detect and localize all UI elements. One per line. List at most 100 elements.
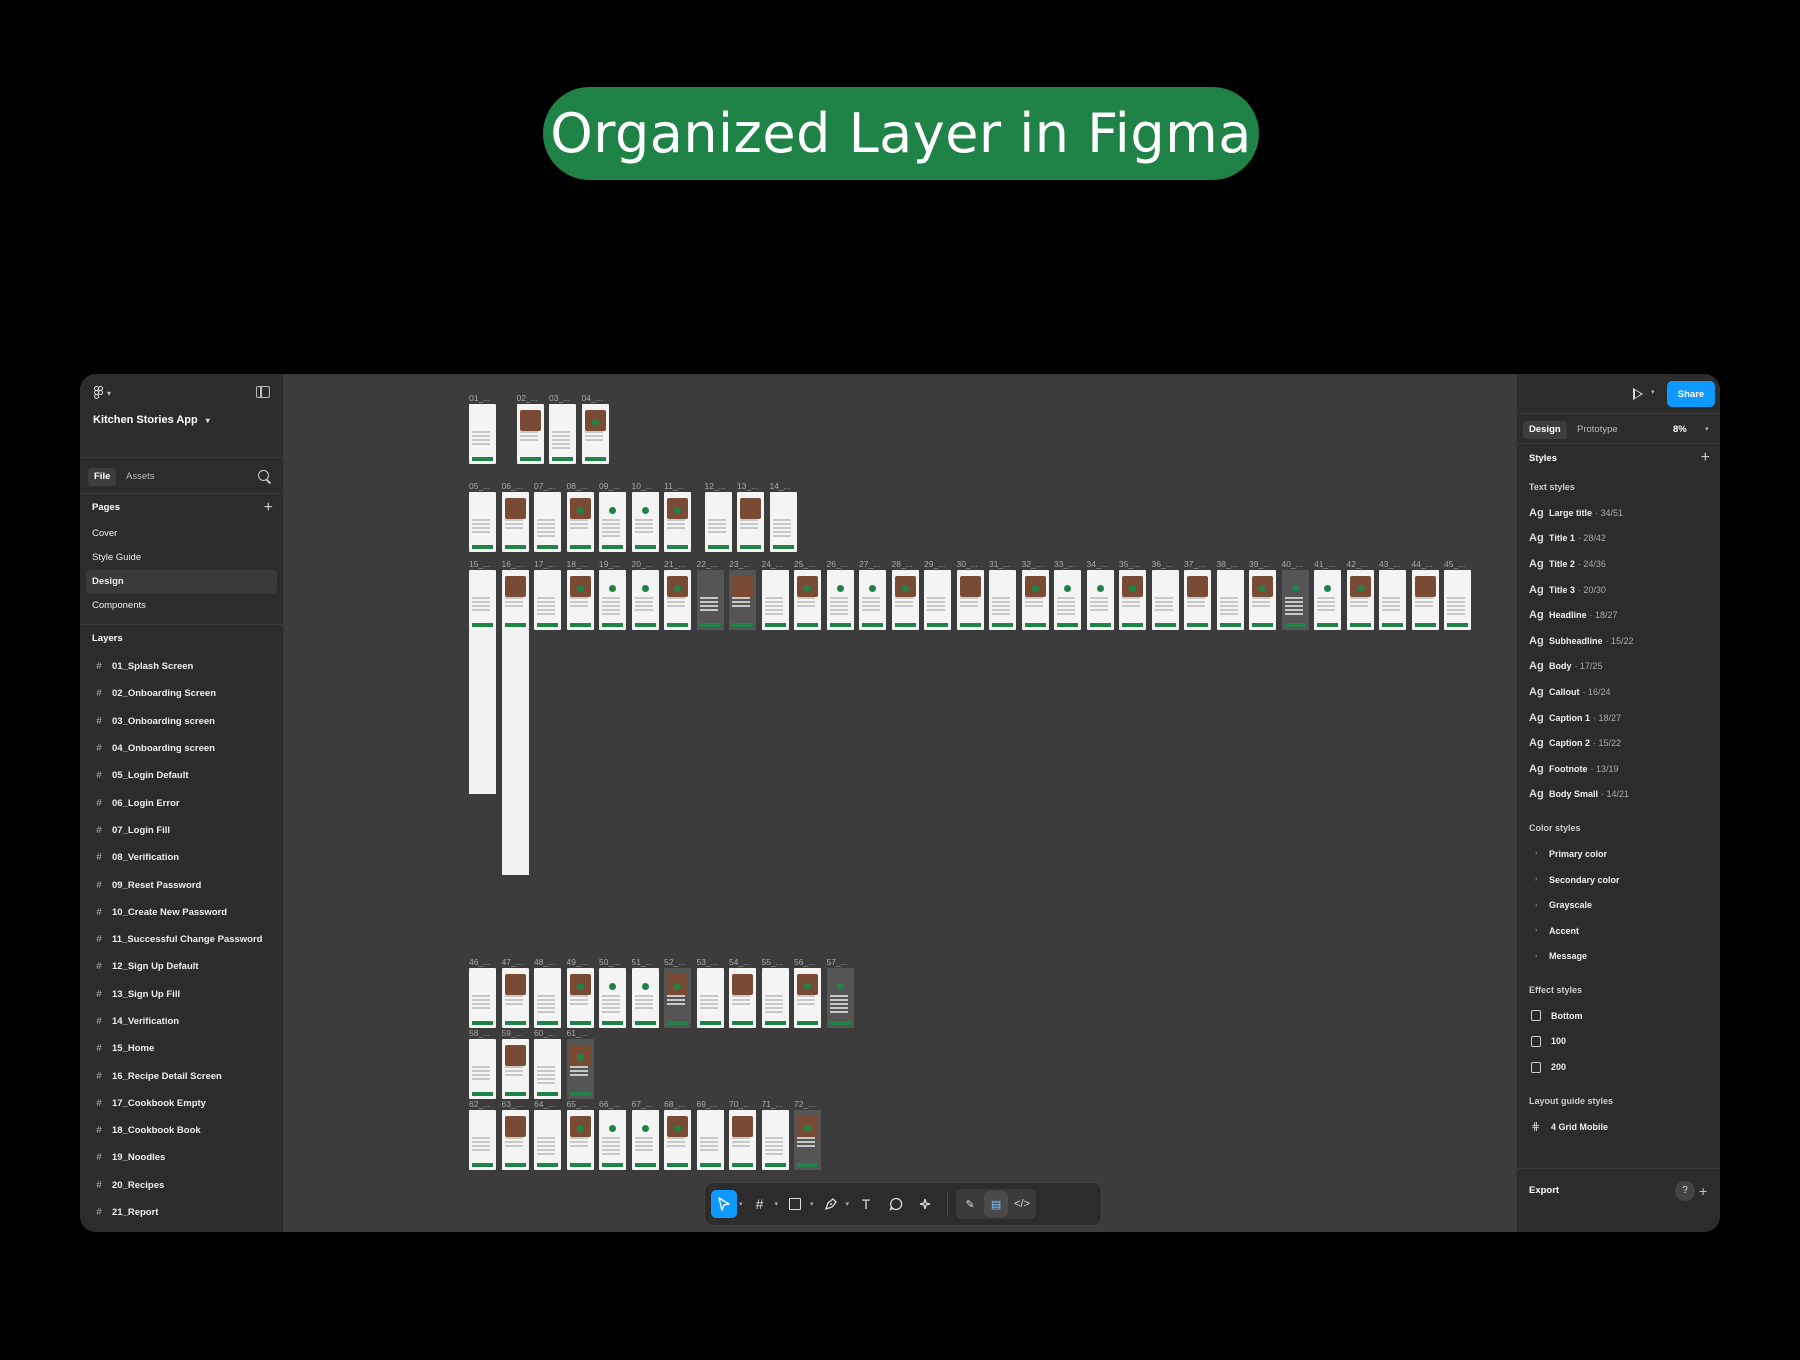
- screen-frame[interactable]: [516, 404, 544, 464]
- add-export-icon[interactable]: +: [1699, 1169, 1707, 1213]
- draw-mode-button[interactable]: ✎: [958, 1191, 982, 1217]
- layer-item[interactable]: #10_Create New Password: [80, 899, 283, 926]
- layer-item[interactable]: #17_Cookbook Empty: [80, 1090, 283, 1117]
- home-scroll-frame[interactable]: [469, 630, 496, 794]
- screen-frame[interactable]: [737, 492, 764, 552]
- screen-frame[interactable]: [631, 570, 659, 630]
- screen-frame[interactable]: [501, 570, 529, 630]
- screen-frame[interactable]: [704, 492, 732, 552]
- chevron-down-icon[interactable]: ▾: [1705, 421, 1709, 439]
- page-item-style-guide[interactable]: Style Guide: [86, 546, 277, 570]
- screen-frame[interactable]: [664, 570, 691, 630]
- screen-frame[interactable]: [566, 968, 594, 1028]
- text-style-item[interactable]: Ag Headline · 18/27: [1517, 602, 1720, 628]
- dev-mode-button[interactable]: </>: [1010, 1191, 1034, 1217]
- screen-frame[interactable]: [924, 570, 951, 630]
- color-style-item[interactable]: › Message: [1517, 944, 1720, 970]
- layer-item[interactable]: #06_Login Error: [80, 789, 283, 816]
- screen-frame[interactable]: [1021, 570, 1049, 630]
- text-style-item[interactable]: Ag Large title · 34/51: [1517, 500, 1720, 526]
- layer-item[interactable]: #16_Recipe Detail Screen: [80, 1062, 283, 1089]
- screen-frame[interactable]: [1281, 570, 1309, 630]
- page-item-design[interactable]: Design: [86, 570, 277, 594]
- text-style-item[interactable]: Ag Title 1 · 28/42: [1517, 526, 1720, 552]
- screen-frame[interactable]: [761, 570, 789, 630]
- text-style-item[interactable]: Ag Subheadline · 15/22: [1517, 628, 1720, 654]
- layer-item[interactable]: #18_Cookbook Book: [80, 1117, 283, 1144]
- screen-frame[interactable]: [696, 1110, 724, 1170]
- page-item-components[interactable]: Components: [86, 594, 277, 618]
- screen-frame[interactable]: [549, 404, 576, 464]
- layer-item[interactable]: #01_Splash Screen: [80, 653, 283, 680]
- screen-frame[interactable]: [501, 492, 529, 552]
- text-tool-button[interactable]: T: [853, 1190, 879, 1218]
- screen-frame[interactable]: [761, 968, 789, 1028]
- chevron-down-icon[interactable]: ▾: [810, 1200, 814, 1208]
- search-icon[interactable]: [258, 470, 269, 481]
- text-style-item[interactable]: Ag Body Small · 14/21: [1517, 782, 1720, 808]
- screen-frame[interactable]: [1411, 570, 1439, 630]
- screen-frame[interactable]: [696, 968, 724, 1028]
- pen-tool-button[interactable]: [818, 1190, 844, 1218]
- screen-frame[interactable]: [534, 1110, 561, 1170]
- layer-item[interactable]: #13_Sign Up Fill: [80, 981, 283, 1008]
- text-style-item[interactable]: Ag Caption 2 · 15/22: [1517, 730, 1720, 756]
- screen-frame[interactable]: [534, 1039, 561, 1099]
- screen-frame[interactable]: [566, 492, 594, 552]
- screen-frame[interactable]: [794, 570, 821, 630]
- export-section[interactable]: Export ? +: [1517, 1168, 1720, 1212]
- screen-frame[interactable]: [859, 570, 886, 630]
- screen-frame[interactable]: [664, 1110, 691, 1170]
- screen-frame[interactable]: [826, 570, 854, 630]
- screen-frame[interactable]: [1249, 570, 1276, 630]
- effect-style-item[interactable]: Bottom: [1517, 1003, 1720, 1029]
- add-style-icon[interactable]: +: [1701, 444, 1710, 472]
- screen-frame[interactable]: [1346, 570, 1374, 630]
- screen-frame[interactable]: [534, 570, 561, 630]
- screen-frame[interactable]: [1151, 570, 1179, 630]
- screen-frame[interactable]: [794, 1110, 821, 1170]
- tab-assets[interactable]: Assets: [120, 468, 161, 486]
- screen-frame[interactable]: [599, 968, 626, 1028]
- screen-frame[interactable]: [1379, 570, 1406, 630]
- screen-frame[interactable]: [794, 968, 821, 1028]
- move-tool-button[interactable]: [711, 1190, 737, 1218]
- screen-frame[interactable]: [599, 1110, 626, 1170]
- screen-frame[interactable]: [599, 570, 626, 630]
- layer-item[interactable]: #05_Login Default: [80, 762, 283, 789]
- tab-prototype[interactable]: Prototype: [1571, 421, 1624, 439]
- chevron-down-icon[interactable]: ▾: [739, 1200, 743, 1208]
- screen-frame[interactable]: [1119, 570, 1146, 630]
- screen-frame[interactable]: [664, 492, 691, 552]
- layer-item[interactable]: #19_Noodles: [80, 1144, 283, 1171]
- layer-item[interactable]: #08_Verification: [80, 844, 283, 871]
- screen-frame[interactable]: [696, 570, 724, 630]
- shape-tool-button[interactable]: [782, 1190, 808, 1218]
- actions-tool-button[interactable]: [913, 1190, 939, 1218]
- screen-frame[interactable]: [566, 570, 594, 630]
- screen-frame[interactable]: [581, 404, 609, 464]
- design-canvas[interactable]: ▾ # ▾ ▾ ▾ T ✎ ▤ </> 01_... 02_... 03_...…: [284, 374, 1516, 1232]
- text-style-item[interactable]: Ag Footnote · 13/19: [1517, 756, 1720, 782]
- layer-item[interactable]: #20_Recipes: [80, 1172, 283, 1199]
- layer-item[interactable]: #02_Onboarding Screen: [80, 680, 283, 707]
- chevron-down-icon[interactable]: ▾: [846, 1200, 850, 1208]
- screen-frame[interactable]: [956, 570, 984, 630]
- layer-item[interactable]: #11_Successful Change Password: [80, 926, 283, 953]
- screen-frame[interactable]: [599, 492, 626, 552]
- zoom-level[interactable]: 8%: [1673, 421, 1687, 439]
- screen-frame[interactable]: [631, 968, 659, 1028]
- screen-frame[interactable]: [534, 968, 561, 1028]
- layer-item[interactable]: #21_Report: [80, 1199, 283, 1226]
- screen-frame[interactable]: [469, 968, 496, 1028]
- color-style-item[interactable]: › Primary color: [1517, 841, 1720, 867]
- screen-frame[interactable]: [469, 492, 496, 552]
- effect-style-item[interactable]: 200: [1517, 1054, 1720, 1080]
- effect-style-item[interactable]: 100: [1517, 1029, 1720, 1055]
- screen-frame[interactable]: [534, 492, 561, 552]
- help-icon[interactable]: ?: [1675, 1181, 1695, 1201]
- text-style-item[interactable]: Ag Body · 17/25: [1517, 654, 1720, 680]
- screen-frame[interactable]: [664, 968, 691, 1028]
- color-style-item[interactable]: › Grayscale: [1517, 892, 1720, 918]
- layer-item[interactable]: #07_Login Fill: [80, 817, 283, 844]
